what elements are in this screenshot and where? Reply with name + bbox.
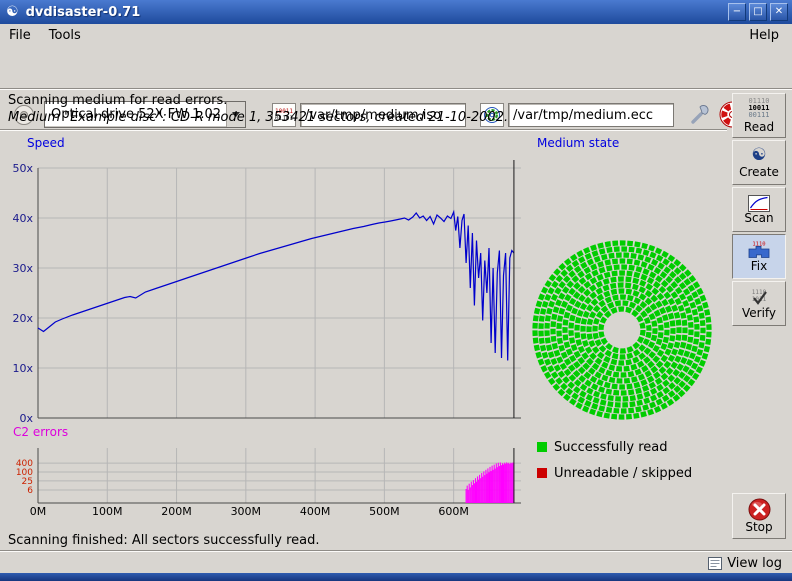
view-log-label: View log [727, 556, 782, 571]
verify-button[interactable]: 1110 1011 Verify [732, 281, 786, 326]
create-button[interactable]: ☯ Create [732, 140, 786, 185]
read-bits-3: 00111 [748, 112, 769, 119]
menubar: File Tools Help [0, 24, 792, 47]
fix-puzzle-icon: 1110 [746, 240, 772, 260]
verify-check-icon: 1110 1011 [746, 287, 772, 307]
ecc-path-field[interactable] [508, 103, 674, 127]
status-line-2: Medium "Example disc": CD-R mode 1, 3534… [8, 109, 508, 126]
stop-label: Stop [745, 521, 772, 534]
yin-yang-icon: ☯ [751, 146, 766, 165]
menu-help[interactable]: Help [740, 25, 788, 46]
stop-x-icon [748, 498, 771, 521]
legend-label-read: Successfully read [554, 440, 667, 455]
svg-text:50x: 50x [12, 162, 33, 175]
viewlog-bar: View log [0, 553, 792, 573]
minimize-button[interactable]: − [728, 3, 746, 21]
titlebar[interactable]: ☯ dvdisaster-0.71 − □ ✕ [0, 0, 792, 24]
menu-tools[interactable]: Tools [40, 25, 90, 46]
legend-item-read: Successfully read [537, 437, 692, 457]
svg-text:20x: 20x [12, 312, 33, 325]
separator [0, 129, 727, 131]
svg-text:300M: 300M [231, 505, 262, 518]
toolbar: Optical drive 52X FW 1.02 10011 01101 [0, 47, 792, 88]
create-label: Create [739, 166, 779, 179]
legend-item-unreadable: Unreadable / skipped [537, 463, 692, 483]
svg-text:10x: 10x [12, 362, 33, 375]
scan-label: Scan [744, 212, 773, 225]
action-sidebar: 01110 10011 00111 Read ☯ Create Scan 111… [732, 93, 786, 539]
status-line-1: Scanning medium for read errors. [8, 92, 508, 109]
medium-state-legend: Successfully read Unreadable / skipped [537, 437, 692, 489]
verify-label: Verify [742, 307, 776, 320]
close-button[interactable]: ✕ [770, 3, 788, 21]
app-window: ☯ dvdisaster-0.71 − □ ✕ File Tools Help … [0, 0, 792, 581]
legend-swatch-unreadable [537, 468, 547, 478]
status-area: Scanning medium for read errors. Medium … [8, 92, 508, 126]
menu-file[interactable]: File [0, 25, 40, 46]
fix-button[interactable]: 1110 Fix [732, 234, 786, 279]
window-controls: − □ ✕ [728, 3, 788, 21]
scan-button[interactable]: Scan [732, 187, 786, 232]
window-title: dvdisaster-0.71 [26, 5, 141, 20]
read-label: Read [744, 121, 774, 134]
svg-text:400: 400 [16, 459, 33, 469]
stop-button[interactable]: Stop [732, 493, 786, 539]
svg-text:400M: 400M [300, 505, 331, 518]
medium-state-disc [532, 240, 712, 420]
legend-label-unreadable: Unreadable / skipped [554, 466, 692, 481]
app-yin-yang-icon: ☯ [6, 5, 19, 19]
fix-label: Fix [751, 260, 767, 273]
preferences-button[interactable] [688, 103, 711, 129]
maximize-button[interactable]: □ [749, 3, 767, 21]
footer-status: Scanning finished: All sectors successfu… [8, 533, 320, 548]
read-button[interactable]: 01110 10011 00111 Read [732, 93, 786, 138]
svg-text:100M: 100M [92, 505, 123, 518]
window-frame-bottom [0, 573, 792, 581]
svg-text:40x: 40x [12, 212, 33, 225]
legend-swatch-read [537, 442, 547, 452]
svg-text:100: 100 [16, 468, 33, 478]
svg-text:0x: 0x [19, 412, 33, 425]
view-log-button[interactable]: View log [706, 553, 784, 573]
svg-text:30x: 30x [12, 262, 33, 275]
svg-text:25: 25 [22, 477, 33, 487]
log-icon [708, 557, 722, 570]
separator [0, 88, 792, 90]
svg-text:0M: 0M [30, 505, 47, 518]
svg-text:6: 6 [27, 486, 33, 496]
scan-chart-icon [748, 195, 770, 212]
svg-text:500M: 500M [369, 505, 400, 518]
svg-text:200M: 200M [161, 505, 192, 518]
svg-text:600M: 600M [438, 505, 469, 518]
wrench-icon [688, 103, 711, 126]
read-binary-icon: 01110 10011 00111 [748, 98, 769, 119]
separator [0, 550, 792, 552]
